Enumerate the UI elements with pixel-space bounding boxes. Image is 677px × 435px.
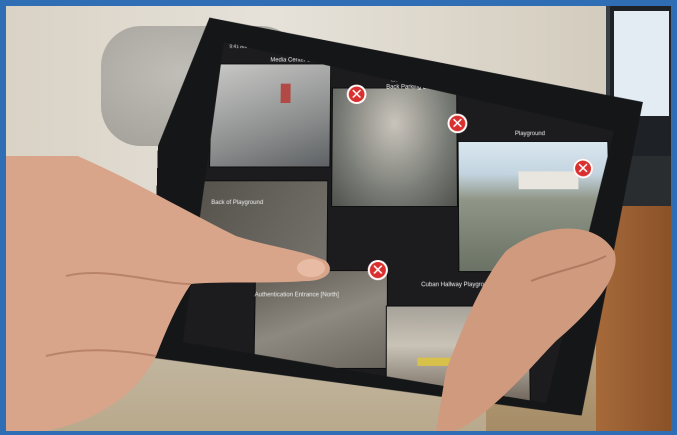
close-icon: ✕ [371, 261, 385, 280]
feed-detail [281, 84, 291, 103]
close-icon: ✕ [576, 159, 590, 178]
camera-feed-1[interactable] [209, 63, 331, 167]
close-feed-2-button[interactable]: ✕ [447, 114, 467, 133]
photo: 9:41 AM 83% Media Center Exit CASTLE Bac… [6, 6, 671, 431]
close-feed-4-button[interactable]: ✕ [368, 260, 388, 280]
feed-building [518, 171, 578, 189]
right-hand [436, 228, 616, 431]
close-feed-1-button[interactable]: ✕ [347, 85, 367, 104]
close-icon: ✕ [451, 114, 464, 133]
close-icon: ✕ [350, 85, 363, 104]
left-hand [6, 156, 330, 431]
feed-label-3: Playground [514, 131, 546, 138]
camera-feed-2[interactable] [331, 88, 458, 207]
close-feed-3-button[interactable]: ✕ [573, 159, 593, 179]
